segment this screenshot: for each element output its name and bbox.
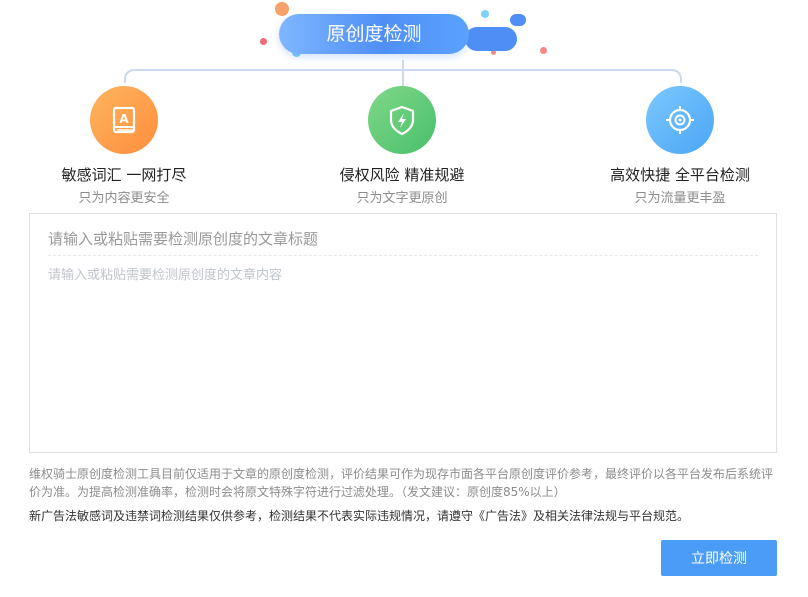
page-title: 原创度检测 (279, 14, 469, 54)
shield-bolt-icon (368, 86, 436, 154)
book-icon: A (90, 86, 158, 154)
originality-notice: 维权骑士原创度检测工具目前仅适用于文章的原创度检测，评价结果可作为现存市面各平台… (29, 467, 774, 499)
banner-tail (465, 27, 517, 51)
article-content-input[interactable] (48, 264, 758, 440)
decor-dot (481, 10, 489, 18)
feature-full-platform: 高效快捷 全平台检测 只为流量更丰盈 (570, 86, 790, 206)
banner-pill (510, 14, 526, 26)
feature-subtitle: 只为流量更丰盈 (634, 191, 726, 206)
article-form (29, 213, 777, 453)
decor-dot (275, 2, 289, 16)
svg-text:A: A (119, 112, 129, 126)
target-icon (646, 86, 714, 154)
decor-dot (260, 38, 267, 45)
detect-now-button[interactable]: 立即检测 (661, 540, 777, 576)
feature-title: 高效快捷 全平台检测 (610, 166, 750, 184)
decor-dot (540, 47, 547, 54)
title-banner: 原创度检测 (255, 2, 555, 62)
connector-line (402, 69, 404, 87)
feature-sensitive-words: A 敏感词汇 一网打尽 只为内容更安全 (14, 86, 234, 206)
ad-law-notice: 新广告法敏感词及违禁词检测结果仅供参考，检测结果不代表实际违规情况，请遵守《广告… (29, 509, 690, 523)
feature-title: 敏感词汇 一网打尽 (61, 166, 187, 184)
feature-subtitle: 只为内容更安全 (78, 191, 170, 206)
feature-infringement-risk: 侵权风险 精准规避 只为文字更原创 (292, 86, 512, 206)
article-title-input[interactable] (48, 223, 758, 256)
feature-title: 侵权风险 精准规避 (339, 166, 465, 184)
feature-subtitle: 只为文字更原创 (356, 191, 448, 206)
